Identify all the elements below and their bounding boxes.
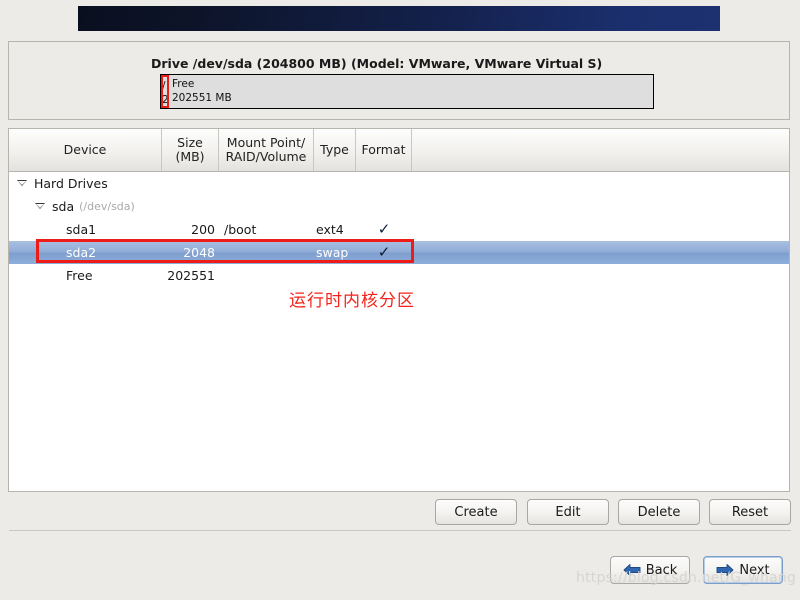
column-header-device-label: Device (63, 142, 107, 157)
column-header-size-line2: (MB) (175, 149, 205, 164)
partition-segment-small[interactable]: / 2 (161, 75, 169, 108)
delete-button[interactable]: Delete (618, 499, 700, 525)
cell-size: 200 (191, 222, 215, 237)
column-header-format-label: Format (361, 142, 406, 157)
tree-group-hard-drives[interactable]: Hard Drives (9, 172, 789, 195)
cell-device-path: (/dev/sda) (79, 200, 135, 213)
chevron-down-icon[interactable] (17, 178, 28, 189)
cell-device-label: sda2 (66, 245, 97, 260)
column-header-device[interactable]: Device (9, 129, 162, 171)
segment-label-line2: 202551 MB (172, 92, 232, 105)
cell-device: Hard Drives (9, 176, 162, 191)
column-header-filler (412, 129, 789, 171)
edit-button[interactable]: Edit (527, 499, 609, 525)
format-check-icon: ✓ (377, 243, 391, 261)
column-header-type[interactable]: Type (314, 129, 356, 171)
cell-type: swap (316, 245, 349, 260)
partition-row-free[interactable]: Free 202551 (9, 264, 789, 287)
column-header-format[interactable]: Format (356, 129, 412, 171)
footer-divider (9, 530, 791, 531)
watermark-text: https://blog.csdn.net/G_whang (576, 570, 797, 586)
table-body: Hard Drives sda (/dev/sda) sda1 200 /boo… (9, 172, 789, 287)
partition-row-sda1[interactable]: sda1 200 /boot ext4 ✓ (9, 218, 789, 241)
partition-row-sda2[interactable]: sda2 2048 swap ✓ (9, 241, 789, 264)
cell-type: ext4 (316, 222, 344, 237)
cell-format: ✓ (356, 222, 412, 237)
table-header-row: Device Size (MB) Mount Point/ RAID/Volum… (9, 129, 789, 172)
reset-button-label: Reset (731, 504, 769, 520)
segment-label-line1: Free (172, 78, 195, 90)
create-button-label: Create (454, 504, 498, 520)
column-header-size-line1: Size (177, 135, 203, 150)
free-space-segment[interactable]: Free 202551 MB (169, 75, 653, 108)
cell-format: ✓ (356, 245, 412, 260)
create-button[interactable]: Create (435, 499, 517, 525)
cell-mount: /boot (224, 222, 257, 237)
column-header-mount-line1: Mount Point/ (226, 135, 306, 150)
drive-title: Drive /dev/sda (204800 MB) (Model: VMwar… (151, 56, 603, 71)
chevron-down-icon[interactable] (35, 201, 46, 212)
column-header-size-stack: Size (MB) (175, 136, 204, 164)
cell-device: sda1 (9, 222, 162, 237)
cell-device: sda (/dev/sda) (9, 199, 162, 214)
column-header-mount-line2: RAID/Volume (225, 149, 307, 164)
column-header-mount-point[interactable]: Mount Point/ RAID/Volume (219, 129, 314, 171)
tree-node-sda[interactable]: sda (/dev/sda) (9, 195, 789, 218)
column-header-mount-stack: Mount Point/ RAID/Volume (226, 136, 307, 164)
drive-usage-bar: / 2 Free 202551 MB (160, 74, 654, 109)
annotation-label: 运行时内核分区 (289, 291, 415, 311)
cell-device-label: sda1 (66, 222, 97, 237)
column-header-size[interactable]: Size (MB) (162, 129, 219, 171)
cell-device-label: Free (66, 268, 93, 283)
cell-size: 202551 (167, 268, 215, 283)
reset-button[interactable]: Reset (709, 499, 791, 525)
column-header-type-label: Type (320, 142, 349, 157)
cell-size: 2048 (183, 245, 215, 260)
delete-button-label: Delete (637, 504, 681, 520)
installer-header-banner (78, 6, 720, 31)
cell-device: Free (9, 268, 162, 283)
cell-device: sda2 (9, 245, 162, 260)
segment-label-line2: 2 (162, 94, 169, 107)
edit-button-label: Edit (555, 504, 581, 520)
segment-label-line1: / (162, 80, 166, 92)
cell-device-label: sda (52, 199, 75, 214)
cell-device-label: Hard Drives (34, 176, 108, 191)
drive-summary-panel: Drive /dev/sda (204800 MB) (Model: VMwar… (8, 41, 790, 120)
format-check-icon: ✓ (377, 220, 391, 238)
